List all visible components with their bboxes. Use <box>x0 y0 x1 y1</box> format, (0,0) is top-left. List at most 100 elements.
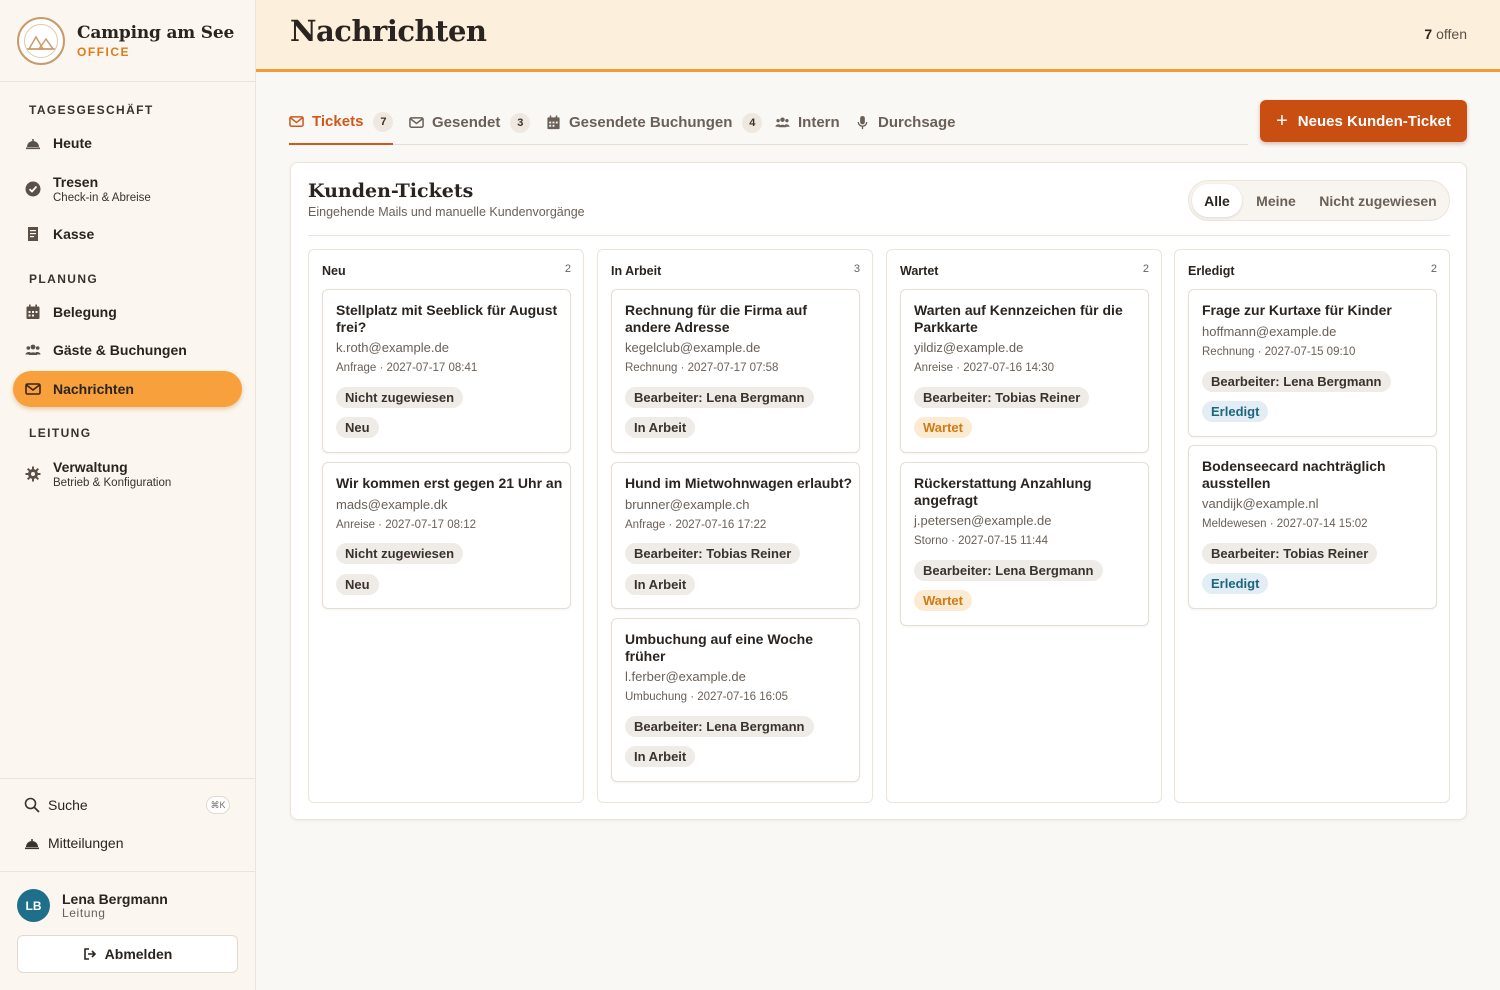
logout-icon <box>83 948 96 960</box>
tab-label: Tickets <box>312 113 364 130</box>
assignee-badge: Bearbeiter: Lena Bergmann <box>1202 371 1391 392</box>
kanban-column-in-arbeit: In Arbeit 3 Rechnung für die Firma auf a… <box>597 249 873 803</box>
ticket-card[interactable]: Hund im Mietwohnwagen erlaubt? brunner@e… <box>611 462 860 609</box>
tab-durchsage[interactable]: Durchsage <box>855 100 956 145</box>
column-count: 2 <box>1142 263 1149 275</box>
tab-label: Gesendet <box>432 114 501 131</box>
assignee-badge: Bearbeiter: Lena Bergmann <box>625 716 814 737</box>
ticket-title: Rechnung für die Firma auf andere Adress… <box>625 302 808 335</box>
sidebar-item-label: Heute <box>53 135 92 151</box>
avatar[interactable]: LB <box>17 889 50 922</box>
brand[interactable]: Camping am See OFFICE <box>0 0 255 82</box>
column-count: 2 <box>564 263 571 275</box>
ticket-email: brunner@example.ch <box>625 497 750 512</box>
sidebar-item-belegung[interactable]: Belegung <box>13 294 242 330</box>
ticket-title: Warten auf Kennzeichen für die Parkkarte <box>914 302 1123 335</box>
assignee-badge: Bearbeiter: Tobias Reiner <box>625 543 801 564</box>
tab-gesendet[interactable]: Gesendet 3 <box>409 100 531 145</box>
status-badge: Wartet <box>914 590 972 611</box>
sidebar-item-label: Nachrichten <box>53 381 134 397</box>
check-circle-icon <box>25 181 41 197</box>
ticket-card[interactable]: Warten auf Kennzeichen für die Parkkarte… <box>900 289 1149 453</box>
kanban-column-neu: Neu 2 Stellplatz mit Seeblick für August… <box>308 249 584 803</box>
user-divider <box>0 871 255 872</box>
column-count: 2 <box>1430 263 1437 275</box>
sidebar-item-kasse[interactable]: Kasse <box>13 216 242 252</box>
ticket-meta: Anfrage · 2027-07-16 17:22 <box>625 519 767 531</box>
sidebar-item-nachrichten[interactable]: Nachrichten <box>13 371 242 407</box>
mail-icon <box>289 114 304 129</box>
sidebar-item-tresen[interactable]: Tresen Check-in & Abreise <box>13 170 242 208</box>
column-title: In Arbeit <box>611 264 662 278</box>
sidebar-item-gaeste-buchungen[interactable]: Gäste & Buchungen <box>13 332 242 368</box>
ticket-meta: Rechnung · 2027-07-15 09:10 <box>1202 346 1356 358</box>
sidebar-item-heute[interactable]: Heute <box>13 125 242 161</box>
ticket-card[interactable]: Wir kommen erst gegen 21 Uhr an mads@exa… <box>322 462 571 609</box>
column-title: Neu <box>322 264 346 278</box>
sidebar-item-sublabel: Betrieb & Konfiguration <box>53 477 172 489</box>
filter-alle[interactable]: Alle <box>1192 184 1242 217</box>
ticket-card[interactable]: Stellplatz mit Seeblick für August frei?… <box>322 289 571 453</box>
section-label-planung: PLANUNG <box>29 272 99 286</box>
tickets-panel: Kunden-Tickets Eingehende Mails und manu… <box>290 162 1467 820</box>
ticket-card[interactable]: Rückerstattung Anzahlung angefragt j.pet… <box>900 462 1149 626</box>
gear-icon <box>25 466 41 482</box>
tab-gesendete-buchungen[interactable]: Gesendete Buchungen 4 <box>546 100 763 145</box>
status-badge: In Arbeit <box>625 574 696 595</box>
users-icon <box>25 342 41 358</box>
assignee-badge: Bearbeiter: Tobias Reiner <box>1202 543 1378 564</box>
panel-title: Kunden-Tickets <box>308 180 474 202</box>
ticket-card[interactable]: Frage zur Kurtaxe für Kinder hoffmann@ex… <box>1188 289 1437 437</box>
ticket-card[interactable]: Bodenseecard nachträglich ausstellen van… <box>1188 445 1437 609</box>
new-ticket-button[interactable]: + Neues Kunden-Ticket <box>1260 100 1467 142</box>
notifications-label: Mitteilungen <box>48 835 124 851</box>
tab-bar: Tickets 7 Gesendet 3 Gesendete Buchungen… <box>289 100 1248 145</box>
status-badge: Neu <box>336 574 379 595</box>
tab-count-badge: 4 <box>742 112 763 133</box>
status-badge: Erledigt <box>1202 401 1269 422</box>
plus-icon: + <box>1276 110 1288 132</box>
filter-nicht-zugewiesen[interactable]: Nicht zugewiesen <box>1310 184 1446 217</box>
ticket-title: Hund im Mietwohnwagen erlaubt? <box>625 475 853 491</box>
sidebar-item-label: Belegung <box>53 304 117 320</box>
ticket-title: Wir kommen erst gegen 21 Uhr an <box>336 475 563 491</box>
search-button[interactable]: Suche <box>24 797 88 813</box>
tab-tickets[interactable]: Tickets 7 <box>289 100 394 145</box>
brand-title: Camping am See <box>77 22 235 43</box>
ticket-meta: Anfrage · 2027-07-17 08:41 <box>336 362 478 374</box>
sidebar-item-verwaltung[interactable]: Verwaltung Betrieb & Konfiguration <box>13 455 242 493</box>
filter-meine[interactable]: Meine <box>1246 184 1306 217</box>
sidebar-item-sublabel: Check-in & Abreise <box>53 192 151 204</box>
mail-icon <box>409 115 424 130</box>
ticket-title: Stellplatz mit Seeblick für August frei? <box>336 302 558 335</box>
ticket-meta: Storno · 2027-07-15 11:44 <box>914 535 1049 547</box>
search-label: Suche <box>48 797 88 813</box>
ticket-meta: Umbuchung · 2027-07-16 16:05 <box>625 691 789 703</box>
page-header: Nachrichten 7 offen <box>256 0 1500 72</box>
brand-subtitle: OFFICE <box>77 44 130 59</box>
assignee-badge: Nicht zugewiesen <box>336 543 464 564</box>
camping-logo-icon <box>17 16 65 65</box>
tab-intern[interactable]: Intern <box>775 100 840 145</box>
kanban-column-wartet: Wartet 2 Warten auf Kennzeichen für die … <box>886 249 1162 803</box>
ticket-filter: Alle Meine Nicht zugewiesen <box>1188 180 1450 221</box>
logout-label: Abmelden <box>104 946 173 962</box>
search-shortcut-badge: ⌘K <box>206 796 230 814</box>
logout-button[interactable]: Abmelden <box>17 935 238 973</box>
ticket-email: k.roth@example.de <box>336 340 449 355</box>
ticket-meta: Anreise · 2027-07-16 14:30 <box>914 362 1055 374</box>
calendar-icon <box>25 304 41 320</box>
tab-count-badge: 3 <box>510 112 531 133</box>
mail-icon <box>25 381 41 397</box>
assignee-badge: Nicht zugewiesen <box>336 387 464 408</box>
ticket-email: vandijk@example.nl <box>1202 496 1319 511</box>
ticket-card[interactable]: Rechnung für die Firma auf andere Adress… <box>611 289 860 453</box>
bell-icon <box>24 835 40 851</box>
new-ticket-label: Neues Kunden-Ticket <box>1297 112 1451 130</box>
page-title: Nachrichten <box>290 14 487 48</box>
users-icon <box>775 115 790 130</box>
tab-count-badge: 7 <box>373 111 394 132</box>
panel-divider <box>308 235 1450 236</box>
notifications-button[interactable]: Mitteilungen <box>24 835 124 851</box>
ticket-card[interactable]: Umbuchung auf eine Woche früher l.ferber… <box>611 618 860 782</box>
